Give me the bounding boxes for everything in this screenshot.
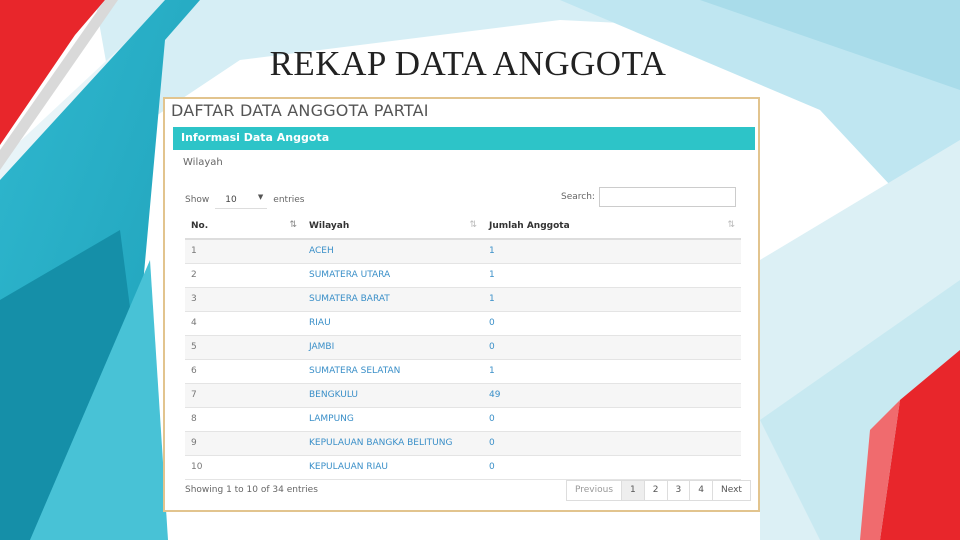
cell-wilayah-link[interactable]: KEPULAUAN RIAU bbox=[303, 455, 483, 480]
data-table: No. ⇅ Wilayah ⇅ Jumlah Anggota ⇅ 1 ACEH 1 … bbox=[185, 214, 741, 480]
cell-wilayah-link[interactable]: BENGKULU bbox=[303, 383, 483, 408]
pagination-page-2[interactable]: 2 bbox=[644, 481, 668, 500]
cell-wilayah-link[interactable]: SUMATERA SELATAN bbox=[303, 359, 483, 384]
pagination-page-3[interactable]: 3 bbox=[667, 481, 691, 500]
column-header-no[interactable]: No. ⇅ bbox=[185, 214, 303, 240]
cell-jumlah-link[interactable]: 1 bbox=[483, 263, 741, 288]
column-header-jumlah-anggota[interactable]: Jumlah Anggota ⇅ bbox=[483, 214, 741, 240]
cell-wilayah-link[interactable]: RIAU bbox=[303, 311, 483, 336]
table-row: 8 LAMPUNG 0 bbox=[185, 407, 741, 432]
table-row: 1 ACEH 1 bbox=[185, 239, 741, 264]
cell-wilayah-link[interactable]: LAMPUNG bbox=[303, 407, 483, 432]
panel-subtitle: Wilayah bbox=[183, 157, 223, 168]
pagination-page-1[interactable]: 1 bbox=[622, 481, 645, 500]
cell-no: 7 bbox=[185, 383, 303, 408]
cell-jumlah-link[interactable]: 0 bbox=[483, 407, 741, 432]
column-header-label: Jumlah Anggota bbox=[489, 221, 570, 231]
pagination: Previous 1 2 3 4 Next bbox=[566, 480, 751, 501]
search-label: Search: bbox=[561, 192, 595, 202]
panel-header-label: Informasi Data Anggota bbox=[181, 131, 330, 144]
cell-wilayah-link[interactable]: KEPULAUAN BANGKA BELITUNG bbox=[303, 431, 483, 456]
page-title: DAFTAR DATA ANGGOTA PARTAI bbox=[171, 101, 429, 120]
column-header-wilayah[interactable]: Wilayah ⇅ bbox=[303, 214, 483, 240]
cell-no: 6 bbox=[185, 359, 303, 384]
cell-wilayah-link[interactable]: ACEH bbox=[303, 239, 483, 264]
entries-length-control: Show 10 ▼ entries bbox=[185, 190, 305, 209]
pagination-previous-button[interactable]: Previous bbox=[567, 481, 623, 500]
panel-header: Informasi Data Anggota bbox=[173, 127, 755, 150]
table-row: 9 KEPULAUAN BANGKA BELITUNG 0 bbox=[185, 431, 741, 456]
cell-wilayah-link[interactable]: JAMBI bbox=[303, 335, 483, 360]
table-row: 10 KEPULAUAN RIAU 0 bbox=[185, 455, 741, 480]
search-input[interactable] bbox=[598, 187, 736, 207]
table-row: 5 JAMBI 0 bbox=[185, 335, 741, 360]
cell-no: 4 bbox=[185, 311, 303, 336]
cell-no: 5 bbox=[185, 335, 303, 360]
cell-no: 10 bbox=[185, 455, 303, 480]
table-body: 1 ACEH 1 2 SUMATERA UTARA 1 3 SUMATERA BARAT 1… bbox=[185, 239, 741, 480]
sort-both-icon: ⇅ bbox=[727, 220, 735, 230]
cell-jumlah-link[interactable]: 0 bbox=[483, 311, 741, 336]
cell-jumlah-link[interactable]: 1 bbox=[483, 239, 741, 264]
table-row: 3 SUMATERA BARAT 1 bbox=[185, 287, 741, 312]
table-row: 4 RIAU 0 bbox=[185, 311, 741, 336]
cell-jumlah-link[interactable]: 0 bbox=[483, 431, 741, 456]
table-row: 7 BENGKULU 49 bbox=[185, 383, 741, 408]
search-control: Search: bbox=[561, 187, 736, 207]
cell-jumlah-link[interactable]: 0 bbox=[483, 455, 741, 480]
pagination-page-4[interactable]: 4 bbox=[690, 481, 713, 500]
entries-select[interactable]: 10 ▼ bbox=[215, 190, 268, 209]
cell-wilayah-link[interactable]: SUMATERA UTARA bbox=[303, 263, 483, 288]
column-header-label: No. bbox=[191, 221, 209, 231]
entries-label: entries bbox=[273, 194, 305, 205]
cell-jumlah-link[interactable]: 1 bbox=[483, 359, 741, 384]
cell-no: 9 bbox=[185, 431, 303, 456]
show-label: Show bbox=[185, 194, 210, 205]
screenshot-frame: DAFTAR DATA ANGGOTA PARTAI Informasi Dat… bbox=[163, 97, 760, 512]
cell-no: 3 bbox=[185, 287, 303, 312]
cell-jumlah-link[interactable]: 0 bbox=[483, 335, 741, 360]
cell-wilayah-link[interactable]: SUMATERA BARAT bbox=[303, 287, 483, 312]
entries-select-value: 10 bbox=[225, 195, 237, 205]
sort-both-icon: ⇅ bbox=[469, 220, 477, 230]
cell-jumlah-link[interactable]: 49 bbox=[483, 383, 741, 408]
column-header-label: Wilayah bbox=[309, 221, 350, 231]
cell-no: 8 bbox=[185, 407, 303, 432]
table-row: 2 SUMATERA UTARA 1 bbox=[185, 263, 741, 288]
table-header-row: No. ⇅ Wilayah ⇅ Jumlah Anggota ⇅ bbox=[185, 214, 741, 240]
cell-no: 2 bbox=[185, 263, 303, 288]
slide-title: REKAP DATA ANGGOTA bbox=[269, 44, 667, 83]
chevron-down-icon: ▼ bbox=[257, 193, 264, 201]
table-info: Showing 1 to 10 of 34 entries bbox=[185, 485, 318, 495]
cell-jumlah-link[interactable]: 1 bbox=[483, 287, 741, 312]
cell-no: 1 bbox=[185, 239, 303, 264]
table-row: 6 SUMATERA SELATAN 1 bbox=[185, 359, 741, 384]
sort-asc-icon: ⇅ bbox=[289, 220, 297, 230]
pagination-next-button[interactable]: Next bbox=[712, 481, 750, 500]
